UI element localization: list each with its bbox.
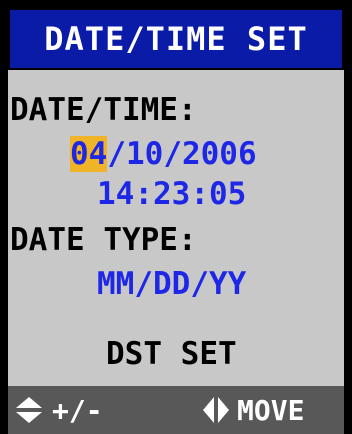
screen-title: DATE/TIME SET bbox=[44, 20, 308, 58]
move-hint: MOVE bbox=[201, 392, 304, 428]
date-value[interactable]: 04/10/2006 bbox=[70, 136, 257, 172]
left-right-arrow-icon bbox=[201, 395, 231, 425]
date-month-field[interactable]: 04 bbox=[70, 136, 108, 172]
status-bar: +/- MOVE bbox=[8, 386, 344, 434]
date-type-label: DATE TYPE: bbox=[10, 222, 197, 258]
up-down-arrow-icon bbox=[14, 395, 44, 425]
datetime-label: DATE/TIME: bbox=[10, 92, 197, 128]
time-value[interactable]: 14:23:05 bbox=[97, 176, 246, 212]
settings-panel: DATE/TIME: 04/10/2006 14:23:05 DATE TYPE… bbox=[8, 70, 344, 386]
adjust-hint-label: +/- bbox=[52, 393, 103, 427]
date-type-value[interactable]: MM/DD/YY bbox=[97, 266, 246, 302]
move-hint-label: MOVE bbox=[237, 393, 305, 427]
dst-set-item[interactable]: DST SET bbox=[106, 336, 237, 372]
date-rest-field[interactable]: /10/2006 bbox=[107, 136, 256, 172]
device-screen: DATE/TIME SET DATE/TIME: 04/10/2006 14:2… bbox=[0, 0, 352, 434]
title-bar: DATE/TIME SET bbox=[8, 8, 344, 70]
adjust-hint: +/- bbox=[14, 392, 103, 428]
